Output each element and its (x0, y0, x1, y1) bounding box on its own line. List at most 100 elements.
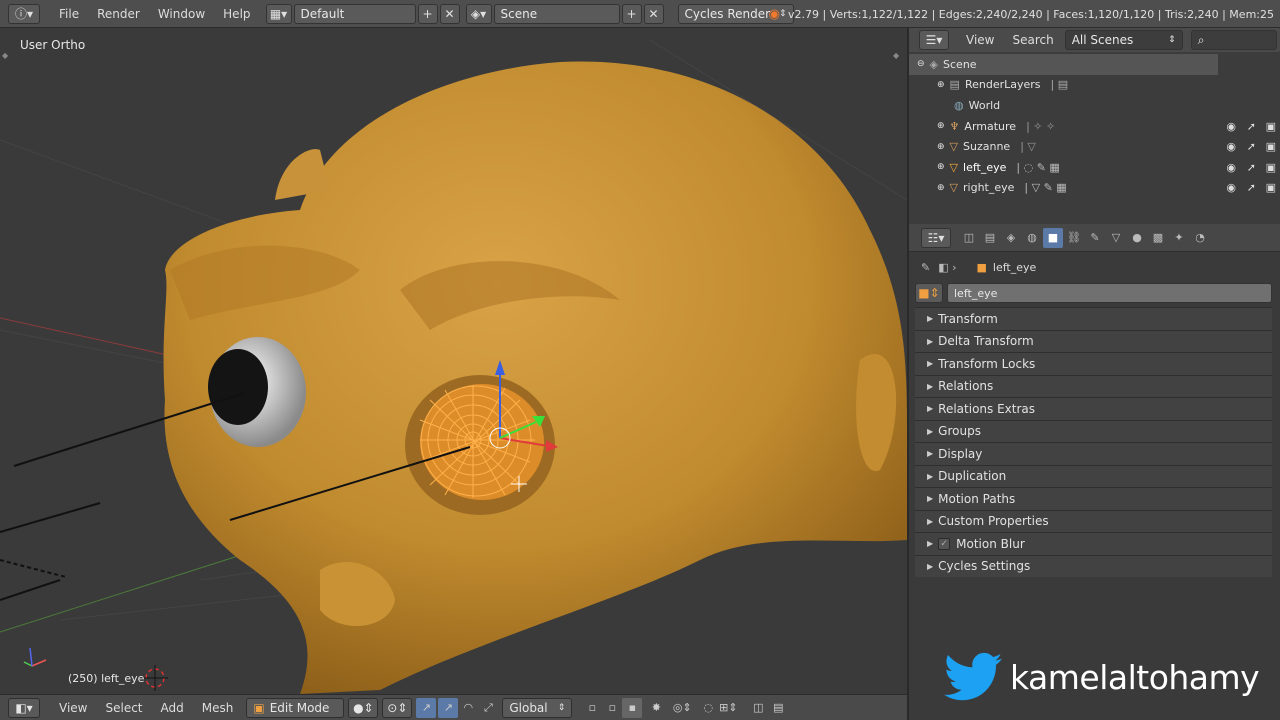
outliner-item-right-eye[interactable]: ⊕ ▽ right_eye | ▽ ✎ ▦ ◉ ➚ ▣ (909, 178, 1280, 199)
3d-cursor[interactable] (142, 665, 168, 691)
face-icon: ▪ (628, 701, 637, 714)
panel-duplication[interactable]: ▶ Duplication (915, 464, 1272, 487)
render-camera-icon[interactable]: ▣ (1266, 181, 1276, 194)
tab-object[interactable]: ■ (1043, 227, 1063, 248)
panel-motion-paths[interactable]: ▶ Motion Paths (915, 487, 1272, 510)
render-camera-icon[interactable]: ▣ (1266, 161, 1276, 174)
visibility-eye-icon[interactable]: ◉ (1226, 140, 1236, 153)
panel-relations[interactable]: ▶ Relations (915, 374, 1272, 397)
magnet-icon: ◌ (703, 701, 714, 714)
render-layers-icon: ▤ (949, 78, 960, 92)
menu-select[interactable]: Select (96, 701, 151, 715)
layout-selector-button[interactable]: ▦▾ (265, 3, 292, 24)
add-layout-button[interactable]: + (417, 3, 438, 24)
outliner-item-suzanne[interactable]: ⊕ ▽ Suzanne | ▽ ◉ ➚ ▣ (909, 136, 1280, 157)
menu-view[interactable]: View (50, 701, 96, 715)
manipulator-toggle-button[interactable]: ↗ (416, 697, 437, 718)
pin-icon[interactable]: ✎ (921, 261, 930, 274)
motion-blur-checkbox[interactable]: ✓ (938, 537, 951, 550)
vertex-select-button[interactable]: ▫ (582, 698, 602, 718)
toolshelf-toggle-icon[interactable]: ◆ (2, 51, 8, 60)
remove-layout-button[interactable]: ✕ (439, 3, 460, 24)
editor-type-button[interactable]: ◧▾ (8, 697, 40, 718)
opengl-render-button[interactable]: ◫ (748, 698, 768, 718)
visibility-eye-icon[interactable]: ◉ (1226, 161, 1236, 174)
outliner-filter-select[interactable]: All Scenes ⇕ (1064, 30, 1183, 50)
outliner-item-world[interactable]: ◍ World (909, 95, 1280, 116)
render-camera-icon[interactable]: ▣ (1266, 140, 1276, 153)
transform-orientation-select[interactable]: Global ⇕ (502, 697, 573, 718)
panel-groups[interactable]: ▶ Groups (915, 419, 1272, 442)
menu-render[interactable]: Render (88, 0, 149, 28)
object-name-input[interactable]: left_eye (947, 283, 1272, 303)
viewport-scene[interactable] (0, 28, 907, 694)
properties-breadcrumb: ✎ ◧ › ■ left_eye (909, 252, 1280, 282)
outliner-view-menu[interactable]: View (957, 28, 1003, 52)
outliner-item-renderlayers[interactable]: ⊕ ▤ RenderLayers | ▤ (909, 75, 1280, 96)
snap-toggle-button[interactable]: ◌ (698, 698, 718, 718)
panel-delta-transform[interactable]: ▶ Delta Transform (915, 329, 1272, 352)
visibility-eye-icon[interactable]: ◉ (1226, 181, 1236, 194)
info-editor-type-button[interactable]: ⓘ▾ (8, 3, 40, 24)
menu-window[interactable]: Window (149, 0, 214, 28)
mode-select[interactable]: ▣ Edit Mode (246, 697, 345, 718)
panel-cycles-settings[interactable]: ▶ Cycles Settings (915, 554, 1272, 577)
tab-render-layers[interactable]: ▤ (980, 228, 1000, 248)
tab-data[interactable]: ▽ (1106, 228, 1126, 248)
outliner-item-scene[interactable]: ⊖ ◈ Scene (909, 54, 1218, 75)
limit-selection-button[interactable]: ✸ (646, 698, 666, 718)
panel-relations-extras[interactable]: ▶ Relations Extras (915, 397, 1272, 420)
remove-scene-button[interactable]: ✕ (643, 3, 664, 24)
selectable-cursor-icon[interactable]: ➚ (1247, 161, 1256, 174)
panel-custom-properties[interactable]: ▶ Custom Properties (915, 509, 1272, 532)
face-select-button[interactable]: ▪ (622, 697, 643, 718)
translate-manipulator-button[interactable]: ↗ (438, 697, 459, 718)
panel-transform[interactable]: ▶ Transform (915, 307, 1272, 330)
tab-particles[interactable]: ✦ (1169, 228, 1189, 248)
viewport-shading-select[interactable]: ●⇕ (348, 697, 379, 718)
selectable-cursor-icon[interactable]: ➚ (1247, 181, 1256, 194)
tab-world[interactable]: ◍ (1022, 228, 1042, 248)
panel-display[interactable]: ▶ Display (915, 442, 1272, 465)
pivot-icon: ⊙⇕ (387, 700, 408, 715)
mode-text: Edit Mode (269, 700, 330, 715)
scene-name-field[interactable]: Scene (493, 3, 620, 24)
selectable-cursor-icon[interactable]: ➚ (1247, 120, 1256, 133)
selectable-cursor-icon[interactable]: ➚ (1247, 140, 1256, 153)
snap-element-button[interactable]: ⊞⇕ (718, 698, 738, 718)
menu-add[interactable]: Add (152, 701, 193, 715)
tab-constraints[interactable]: ⛓ (1064, 228, 1084, 248)
tab-material[interactable]: ● (1127, 228, 1147, 248)
pivot-point-select[interactable]: ⊙⇕ (382, 697, 413, 718)
layout-name-field[interactable]: Default (293, 3, 416, 24)
tab-scene[interactable]: ◈ (1001, 228, 1021, 248)
panel-transform-locks[interactable]: ▶ Transform Locks (915, 352, 1272, 375)
properties-editor-type-button[interactable]: ☷▾ (921, 227, 951, 248)
tab-texture[interactable]: ▩ (1148, 228, 1168, 248)
menu-file[interactable]: File (50, 0, 88, 28)
properties-toggle-icon[interactable]: ◆ (893, 51, 899, 60)
render-camera-icon[interactable]: ▣ (1266, 120, 1276, 133)
outliner-editor-type-button[interactable]: ☰▾ (919, 30, 949, 50)
panel-label: Relations Extras (938, 401, 1036, 416)
scale-manipulator-button[interactable]: ⤢ (478, 698, 498, 718)
menu-mesh[interactable]: Mesh (193, 701, 243, 715)
tab-physics[interactable]: ◔ (1190, 228, 1210, 248)
3d-viewport[interactable]: User Ortho (250) left_eye ◆ ◆ (0, 28, 907, 694)
panel-label: Groups (938, 424, 981, 439)
add-scene-button[interactable]: + (621, 3, 642, 24)
outliner-search-input[interactable]: ⌕ (1190, 30, 1277, 50)
scene-selector-button[interactable]: ◈▾ (465, 3, 492, 24)
opengl-animation-button[interactable]: ▤ (768, 698, 788, 718)
outliner-item-left-eye[interactable]: ⊕ ▽ left_eye | ◌ ✎ ▦ ◉ ➚ ▣ (909, 157, 1280, 178)
menu-help[interactable]: Help (214, 0, 259, 28)
outliner-search-menu[interactable]: Search (1003, 28, 1062, 52)
edge-select-button[interactable]: ▫ (602, 698, 622, 718)
tab-modifiers[interactable]: ✎ (1085, 228, 1105, 248)
visibility-eye-icon[interactable]: ◉ (1226, 120, 1236, 133)
panel-motion-blur[interactable]: ▶ ✓ Motion Blur (915, 532, 1272, 555)
rotate-manipulator-button[interactable]: ◠ (458, 698, 478, 718)
tab-render[interactable]: ◫ (959, 228, 979, 248)
outliner-item-armature[interactable]: ⊕ ♆ Armature | ✧ ✧ ◉ ➚ ▣ (909, 116, 1280, 137)
proportional-edit-button[interactable]: ◎⇕ (672, 698, 692, 718)
